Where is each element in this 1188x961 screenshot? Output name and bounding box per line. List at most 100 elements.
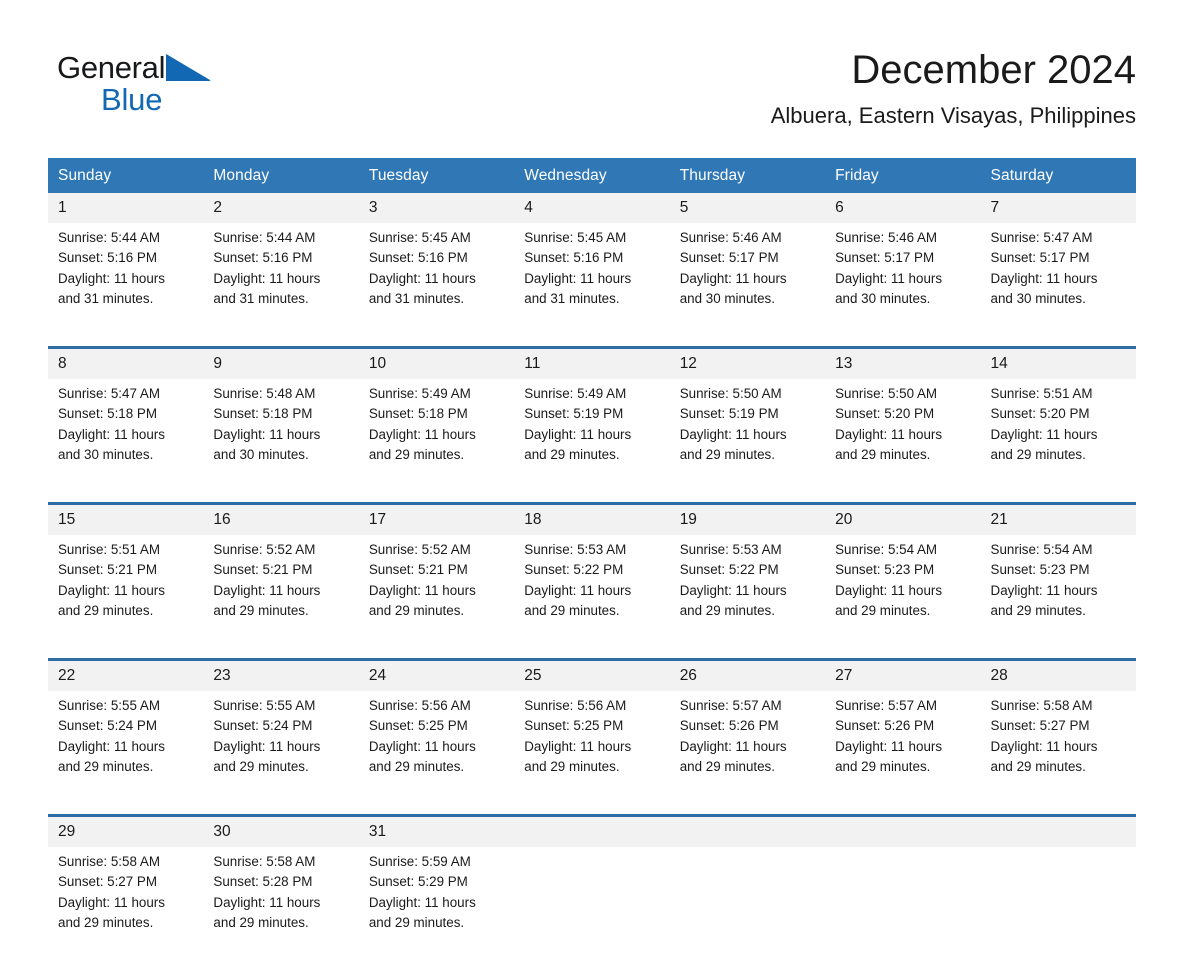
daylight-text-cont: and 30 minutes.	[835, 290, 931, 306]
day-number[interactable]: 28	[980, 661, 1136, 691]
day-number[interactable]: 31	[358, 817, 515, 847]
day-number[interactable]: 7	[980, 193, 1136, 223]
sunrise-text: Sunrise: 5:46 AM	[679, 230, 782, 245]
weekday-header-wednesday: Wednesday	[514, 158, 670, 193]
sunrise-text: Sunrise: 5:57 AM	[679, 698, 782, 713]
day-number[interactable]: 2	[203, 193, 359, 223]
day-number[interactable]: 26	[669, 661, 826, 691]
day-number[interactable]: 12	[669, 349, 826, 379]
day-number[interactable]: 18	[514, 505, 670, 535]
daylight-text: Daylight: 11 hours	[835, 426, 943, 442]
daylight-text-cont: and 29 minutes.	[368, 602, 465, 618]
day-detail-cell-empty	[669, 847, 826, 961]
sunrise-text: Sunrise: 5:47 AM	[990, 230, 1093, 245]
sunset-text: Sunset: 5:28 PM	[213, 874, 313, 890]
week-detail-row: Sunrise: 5:51 AM Sunset: 5:21 PM Dayligh…	[48, 535, 1136, 649]
row-spacer	[48, 493, 1136, 502]
daylight-text-cont: and 29 minutes.	[524, 446, 620, 462]
sunset-text: Sunset: 5:20 PM	[990, 406, 1090, 422]
sunset-text: Sunset: 5:19 PM	[679, 406, 779, 422]
daylight-text-cont: and 31 minutes.	[213, 290, 309, 306]
day-detail-cell: Sunrise: 5:54 AM Sunset: 5:23 PM Dayligh…	[825, 535, 981, 649]
day-number[interactable]: 14	[980, 349, 1136, 379]
day-detail-cell: Sunrise: 5:55 AM Sunset: 5:24 PM Dayligh…	[48, 691, 204, 805]
sunrise-text: Sunrise: 5:53 AM	[679, 542, 782, 557]
generalblue-logo[interactable]: General Blue	[57, 50, 212, 117]
weekday-header-friday: Friday	[825, 158, 981, 193]
day-number[interactable]: 19	[669, 505, 826, 535]
day-number-empty	[825, 817, 981, 847]
day-number[interactable]: 15	[48, 505, 204, 535]
logo-wordmark-general: General	[57, 50, 166, 85]
sunrise-sunset-calendar-table: Sunday Monday Tuesday Wednesday Thursday…	[48, 158, 1136, 961]
day-number[interactable]: 23	[203, 661, 359, 691]
day-number[interactable]: 30	[203, 817, 359, 847]
daylight-text: Daylight: 11 hours	[524, 426, 632, 442]
day-number[interactable]: 24	[358, 661, 515, 691]
sunset-text: Sunset: 5:16 PM	[368, 250, 468, 266]
daylight-text-cont: and 29 minutes.	[524, 758, 620, 774]
day-detail-cell: Sunrise: 5:45 AM Sunset: 5:16 PM Dayligh…	[358, 223, 515, 337]
sunrise-text: Sunrise: 5:45 AM	[524, 230, 627, 245]
day-detail-cell: Sunrise: 5:44 AM Sunset: 5:16 PM Dayligh…	[203, 223, 359, 337]
day-number[interactable]: 8	[48, 349, 204, 379]
day-number-empty	[514, 817, 670, 847]
daylight-text-cont: and 30 minutes.	[58, 446, 154, 462]
day-number[interactable]: 1	[48, 193, 204, 223]
sunset-text: Sunset: 5:29 PM	[368, 874, 468, 890]
weekday-header-saturday: Saturday	[980, 158, 1136, 193]
day-detail-cell: Sunrise: 5:47 AM Sunset: 5:17 PM Dayligh…	[980, 223, 1136, 337]
daylight-text-cont: and 29 minutes.	[368, 758, 465, 774]
row-spacer	[48, 805, 1136, 814]
sunset-text: Sunset: 5:24 PM	[213, 718, 313, 734]
day-detail-cell: Sunrise: 5:58 AM Sunset: 5:27 PM Dayligh…	[48, 847, 204, 961]
sunset-text: Sunset: 5:25 PM	[524, 718, 624, 734]
day-detail-cell: Sunrise: 5:55 AM Sunset: 5:24 PM Dayligh…	[203, 691, 359, 805]
sunrise-text: Sunrise: 5:54 AM	[990, 542, 1093, 557]
daylight-text: Daylight: 11 hours	[58, 894, 165, 910]
weekday-header-tuesday: Tuesday	[358, 158, 515, 193]
day-number[interactable]: 20	[825, 505, 981, 535]
daylight-text-cont: and 30 minutes.	[679, 290, 775, 306]
daylight-text-cont: and 29 minutes.	[990, 602, 1086, 618]
day-number[interactable]: 5	[669, 193, 826, 223]
daylight-text-cont: and 29 minutes.	[679, 446, 775, 462]
daylight-text-cont: and 31 minutes.	[368, 290, 465, 306]
sunrise-text: Sunrise: 5:55 AM	[58, 698, 160, 713]
daylight-text-cont: and 31 minutes.	[58, 290, 154, 306]
daylight-text: Daylight: 11 hours	[835, 582, 943, 598]
week-number-row: 1 2 3 4 5 6 7	[48, 193, 1136, 223]
daylight-text-cont: and 29 minutes.	[368, 914, 465, 930]
logo-wordmark-blue: Blue	[101, 82, 163, 117]
daylight-text: Daylight: 11 hours	[679, 582, 787, 598]
day-number[interactable]: 29	[48, 817, 204, 847]
sunset-text: Sunset: 5:25 PM	[368, 718, 468, 734]
day-number[interactable]: 4	[514, 193, 670, 223]
day-number[interactable]: 6	[825, 193, 981, 223]
day-number[interactable]: 21	[980, 505, 1136, 535]
day-number[interactable]: 3	[358, 193, 515, 223]
day-number[interactable]: 27	[825, 661, 981, 691]
title-block: December 2024 Albuera, Eastern Visayas, …	[771, 46, 1136, 130]
day-detail-cell: Sunrise: 5:49 AM Sunset: 5:18 PM Dayligh…	[358, 379, 515, 493]
daylight-text: Daylight: 11 hours	[58, 426, 165, 442]
day-number[interactable]: 11	[514, 349, 670, 379]
day-number[interactable]: 9	[203, 349, 359, 379]
daylight-text: Daylight: 11 hours	[524, 738, 632, 754]
day-number[interactable]: 25	[514, 661, 670, 691]
daylight-text-cont: and 29 minutes.	[213, 602, 309, 618]
day-detail-cell: Sunrise: 5:46 AM Sunset: 5:17 PM Dayligh…	[825, 223, 981, 337]
day-number[interactable]: 17	[358, 505, 515, 535]
day-number[interactable]: 10	[358, 349, 515, 379]
day-number[interactable]: 16	[203, 505, 359, 535]
day-detail-cell: Sunrise: 5:49 AM Sunset: 5:19 PM Dayligh…	[514, 379, 670, 493]
sunset-text: Sunset: 5:21 PM	[213, 562, 313, 578]
day-number[interactable]: 22	[48, 661, 204, 691]
day-number[interactable]: 13	[825, 349, 981, 379]
daylight-text: Daylight: 11 hours	[368, 426, 476, 442]
daylight-text: Daylight: 11 hours	[213, 426, 321, 442]
daylight-text: Daylight: 11 hours	[679, 426, 787, 442]
daylight-text-cont: and 30 minutes.	[213, 446, 309, 462]
sunset-text: Sunset: 5:26 PM	[835, 718, 935, 734]
sunset-text: Sunset: 5:22 PM	[524, 562, 624, 578]
